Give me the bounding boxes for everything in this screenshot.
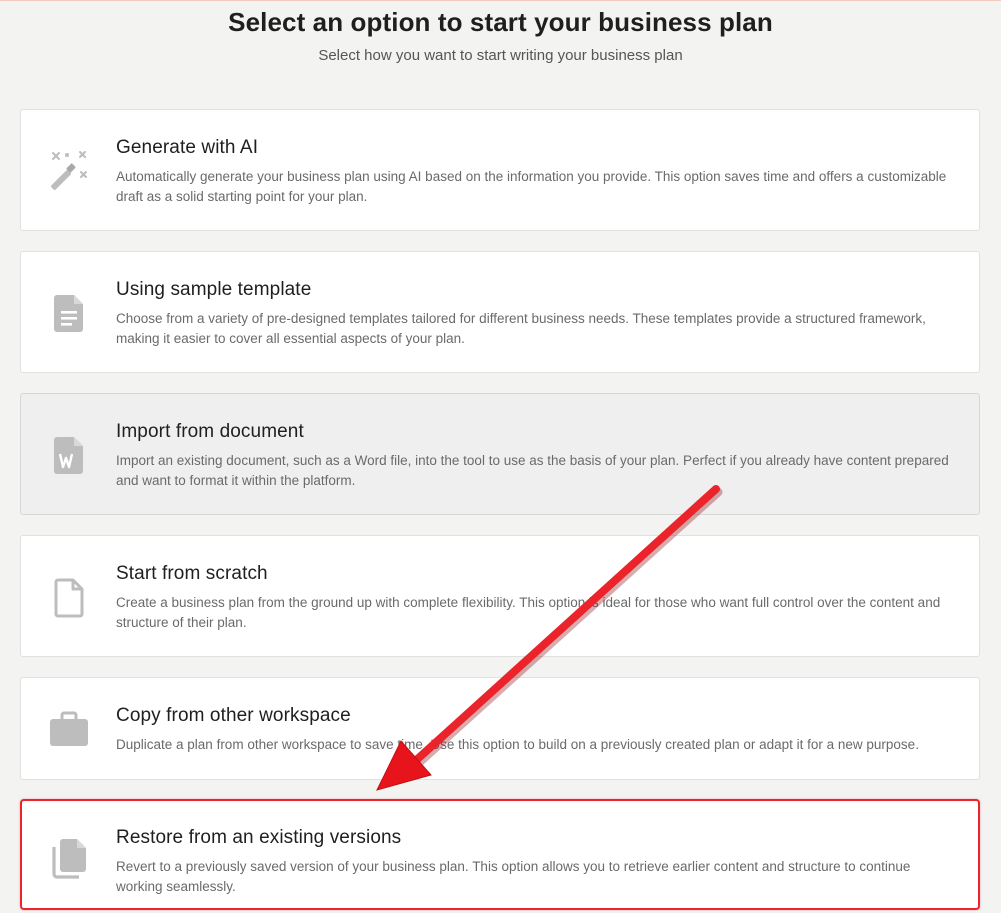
option-title: Generate with AI xyxy=(116,137,259,158)
page-title: Select an option to start your business … xyxy=(228,7,773,37)
top-divider xyxy=(0,0,1001,1)
option-card-generate-with-ai[interactable]: Generate with AI Automatically generate … xyxy=(20,109,980,231)
option-description: Revert to a previously saved version of … xyxy=(116,859,911,894)
page: Select an option to start your business … xyxy=(0,0,1001,913)
option-title: Start from scratch xyxy=(116,563,268,584)
option-title: Restore from an existing versions xyxy=(116,827,402,848)
option-card-copy-from-workspace[interactable]: Copy from other workspace Duplicate a pl… xyxy=(20,677,980,780)
option-description: Duplicate a plan from other workspace to… xyxy=(116,737,919,752)
option-title: Copy from other workspace xyxy=(116,705,351,726)
option-card-import-from-document[interactable]: Import from document Import an existing … xyxy=(20,393,980,515)
option-description: Import an existing document, such as a W… xyxy=(116,453,949,488)
page-subtitle: Select how you want to start writing you… xyxy=(318,47,683,64)
option-card-start-from-scratch[interactable]: Start from scratch Create a business pla… xyxy=(20,535,980,657)
magic-wand-icon xyxy=(43,145,95,197)
copy-documents-icon xyxy=(43,832,95,884)
option-card-sample-template[interactable]: Using sample template Choose from a vari… xyxy=(20,251,980,373)
option-description: Choose from a variety of pre-designed te… xyxy=(116,311,926,346)
document-icon xyxy=(43,287,95,339)
briefcase-icon xyxy=(43,704,95,756)
word-document-icon xyxy=(43,429,95,481)
option-description: Create a business plan from the ground u… xyxy=(116,595,941,630)
option-description: Automatically generate your business pla… xyxy=(116,169,947,204)
option-title: Using sample template xyxy=(116,279,312,300)
option-card-restore-from-versions[interactable]: Restore from an existing versions Revert… xyxy=(20,799,980,910)
page-header: Select an option to start your business … xyxy=(0,4,1001,66)
option-title: Import from document xyxy=(116,421,304,442)
blank-page-icon xyxy=(43,571,95,623)
